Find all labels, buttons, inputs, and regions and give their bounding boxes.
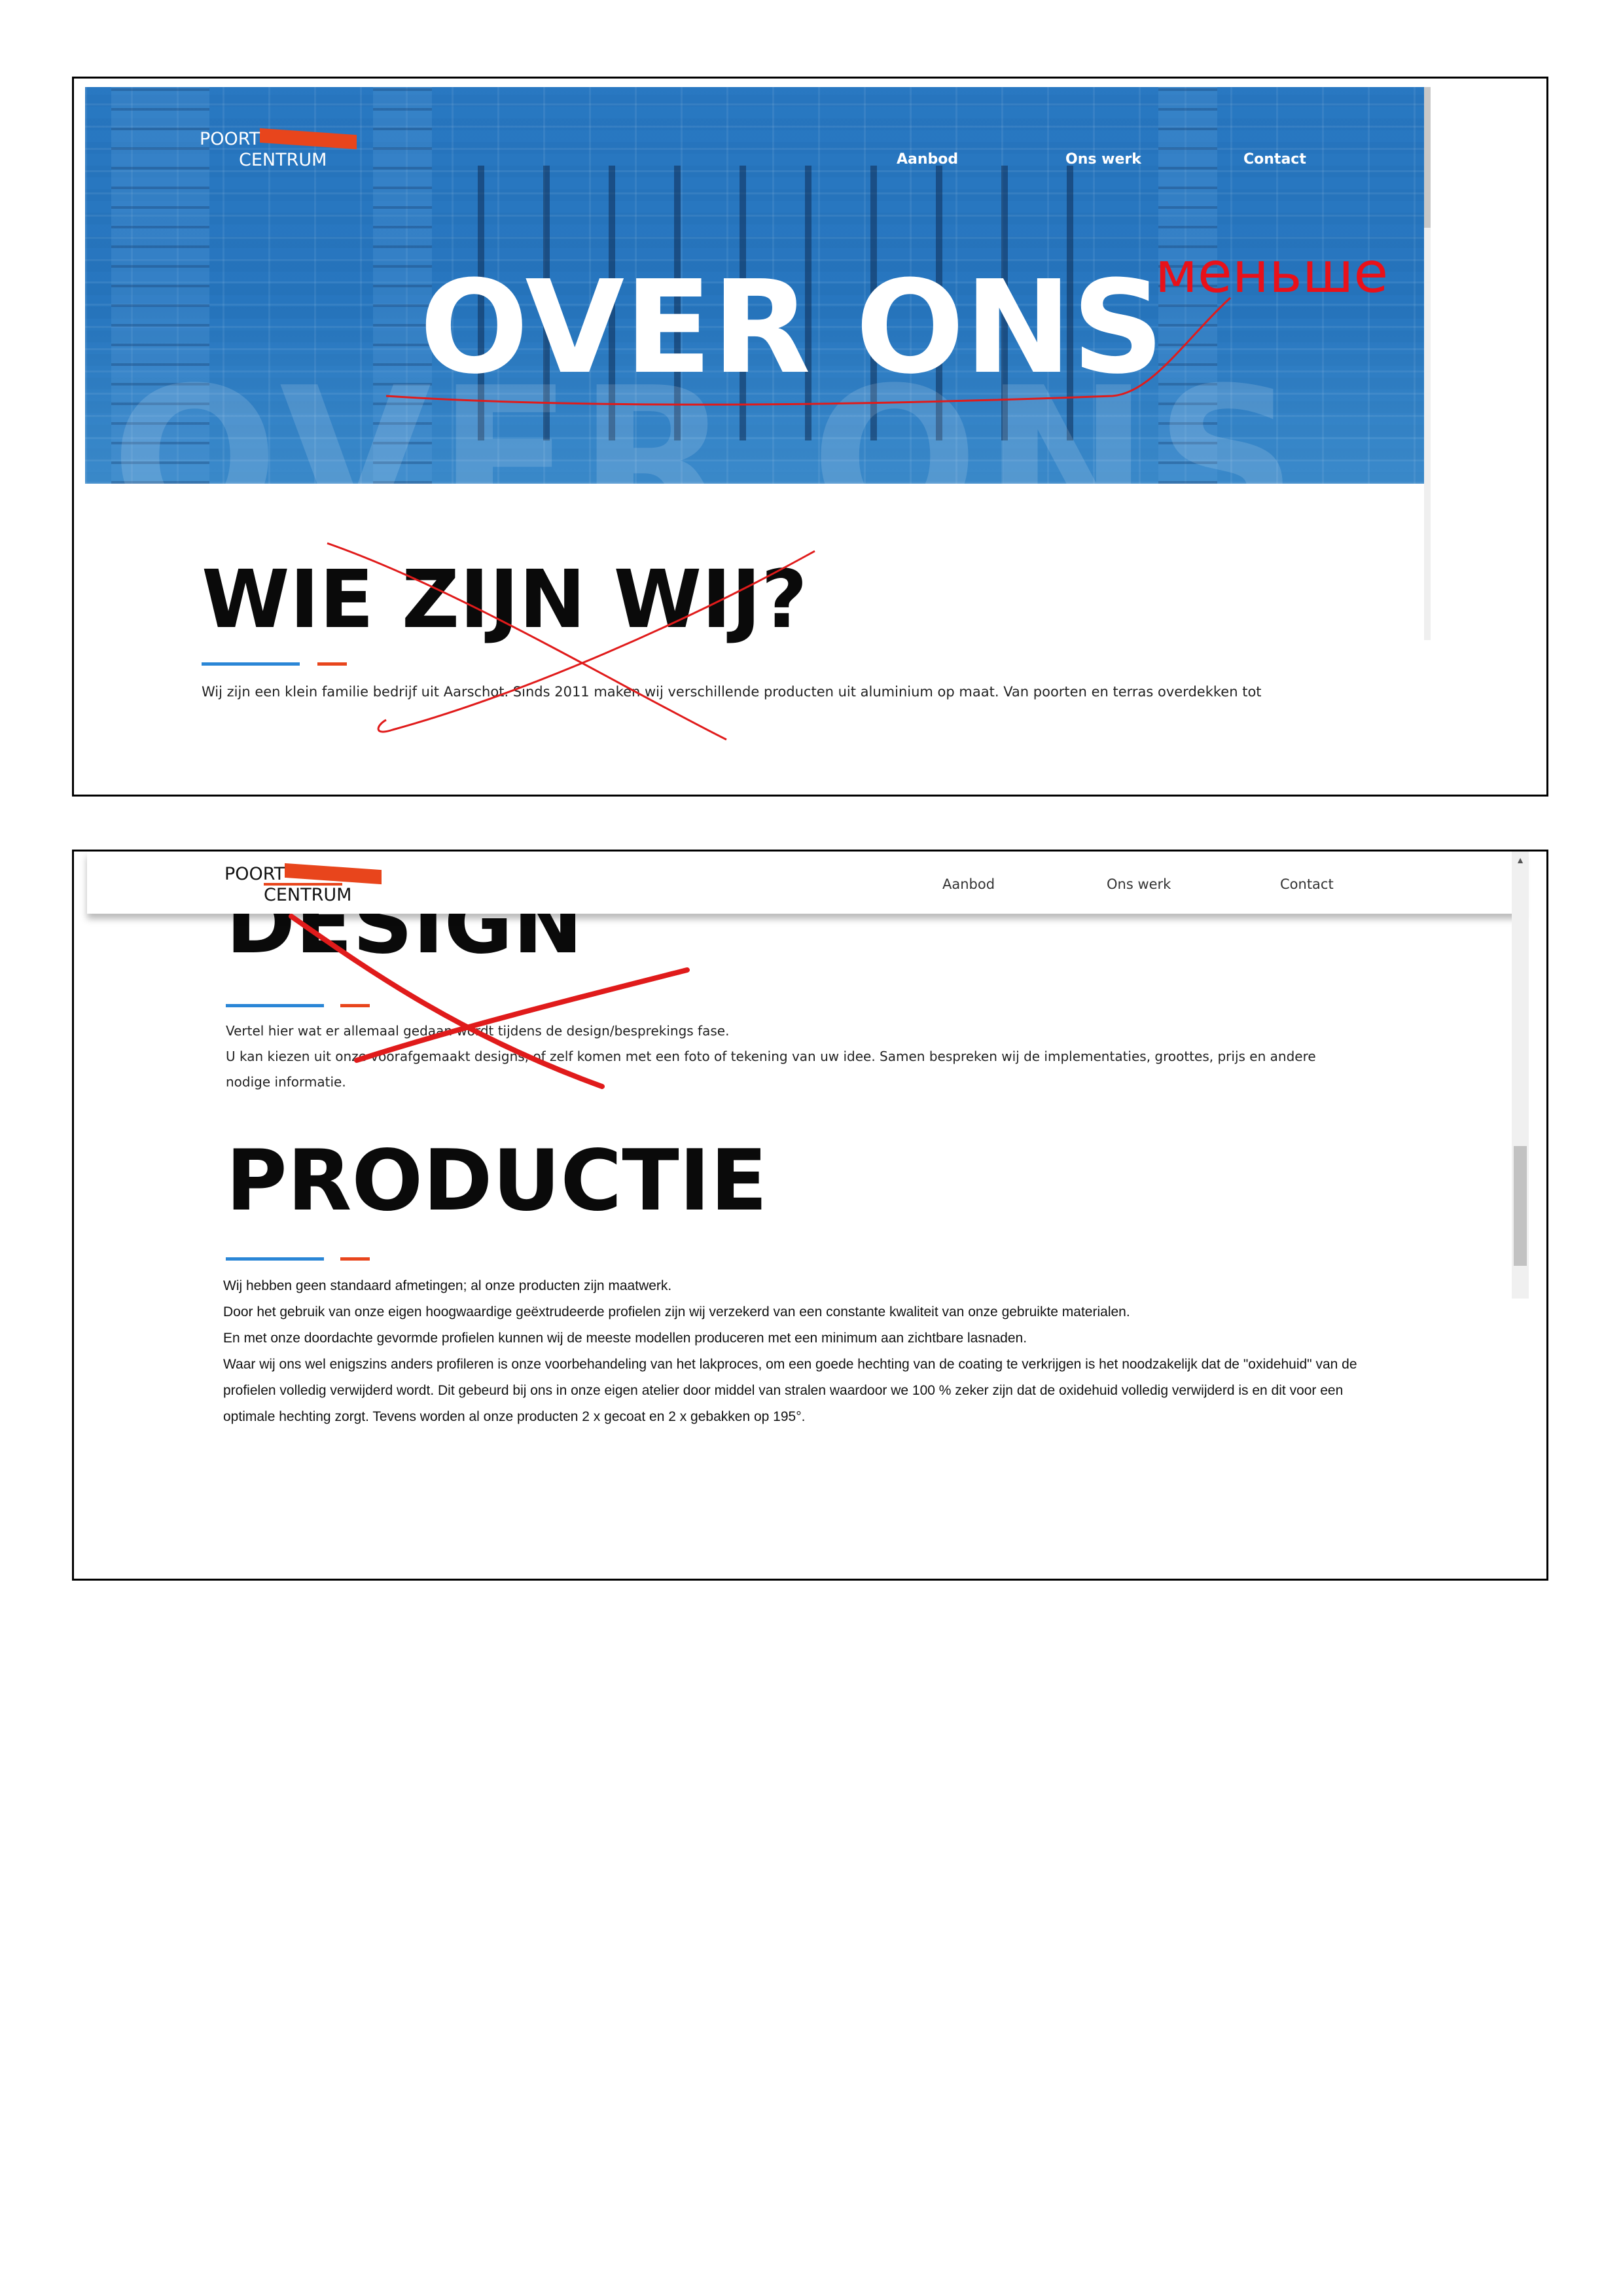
- productie-text-line: Wij hebben geen standaard afmetingen; al…: [223, 1278, 672, 1293]
- logo[interactable]: POORT CENTRUM: [200, 128, 357, 172]
- nav-aanbod[interactable]: Aanbod: [942, 876, 995, 892]
- design-text-line: U kan kiezen uit onze voorafgemaakt desi…: [226, 1049, 1316, 1064]
- productie-text-line: optimale hechting zorgt. Tevens worden a…: [223, 1409, 806, 1424]
- nav-contact[interactable]: Contact: [1243, 151, 1306, 168]
- logo[interactable]: POORT CENTRUM: [224, 863, 382, 907]
- scrollbar[interactable]: [1424, 87, 1431, 640]
- heading-underline-orange: [340, 1257, 370, 1261]
- logo-line1: POORT: [200, 129, 260, 149]
- scrollbar-thumb[interactable]: [1514, 1146, 1527, 1266]
- nav-aanbod[interactable]: Aanbod: [897, 151, 958, 168]
- logo-stripe: [260, 128, 357, 150]
- scrollbar[interactable]: ▲: [1512, 852, 1529, 1299]
- nav-contact[interactable]: Contact: [1280, 876, 1334, 892]
- heading-underline-blue: [226, 1257, 324, 1261]
- nav-ons-werk[interactable]: Ons werk: [1107, 876, 1171, 892]
- hero-title: OVER ONS: [419, 253, 1164, 403]
- productie-text-line: Door het gebruik van onze eigen hoogwaar…: [223, 1304, 1130, 1319]
- section-heading-wie-zijn-wij: WIE ZIJN WIJ?: [202, 553, 808, 646]
- logo-line2: CENTRUM: [264, 885, 352, 905]
- sticky-header: POORT CENTRUM Aanbod Ons werk Contact: [87, 852, 1524, 914]
- heading-underline-blue: [226, 1004, 324, 1007]
- design-text-line: nodige informatie.: [226, 1074, 346, 1090]
- scrollbar-thumb[interactable]: [1424, 87, 1431, 228]
- screenshot-over-ons: OVER ONS POORT CENTRUM Aanbod Ons werk C…: [72, 77, 1548, 797]
- heading-underline-orange: [340, 1004, 370, 1007]
- scroll-up-arrow-icon[interactable]: ▲: [1512, 852, 1529, 869]
- heading-underline-orange: [317, 662, 347, 666]
- logo-line2: CENTRUM: [239, 150, 327, 170]
- nav-ons-werk[interactable]: Ons werk: [1065, 151, 1141, 168]
- logo-line1: POORT: [224, 864, 285, 884]
- section-text: Wij zijn een klein familie bedrijf uit A…: [202, 684, 1262, 700]
- logo-stripe: [285, 863, 382, 885]
- screenshot-design-productie: POORT CENTRUM Aanbod Ons werk Contact ▲ …: [72, 850, 1548, 1581]
- productie-text-line: En met onze doordachte gevormde profiele…: [223, 1331, 1027, 1346]
- productie-text-line: profielen volledig verwijderd wordt. Dit…: [223, 1383, 1344, 1398]
- section-heading-productie: PRODUCTIE: [226, 1132, 768, 1230]
- productie-text-line: Waar wij ons wel enigszins anders profil…: [223, 1357, 1357, 1372]
- heading-underline-blue: [202, 662, 300, 666]
- annotation-text: меньше: [1155, 240, 1389, 306]
- design-text-line: Vertel hier wat er allemaal gedaan wordt…: [226, 1023, 730, 1039]
